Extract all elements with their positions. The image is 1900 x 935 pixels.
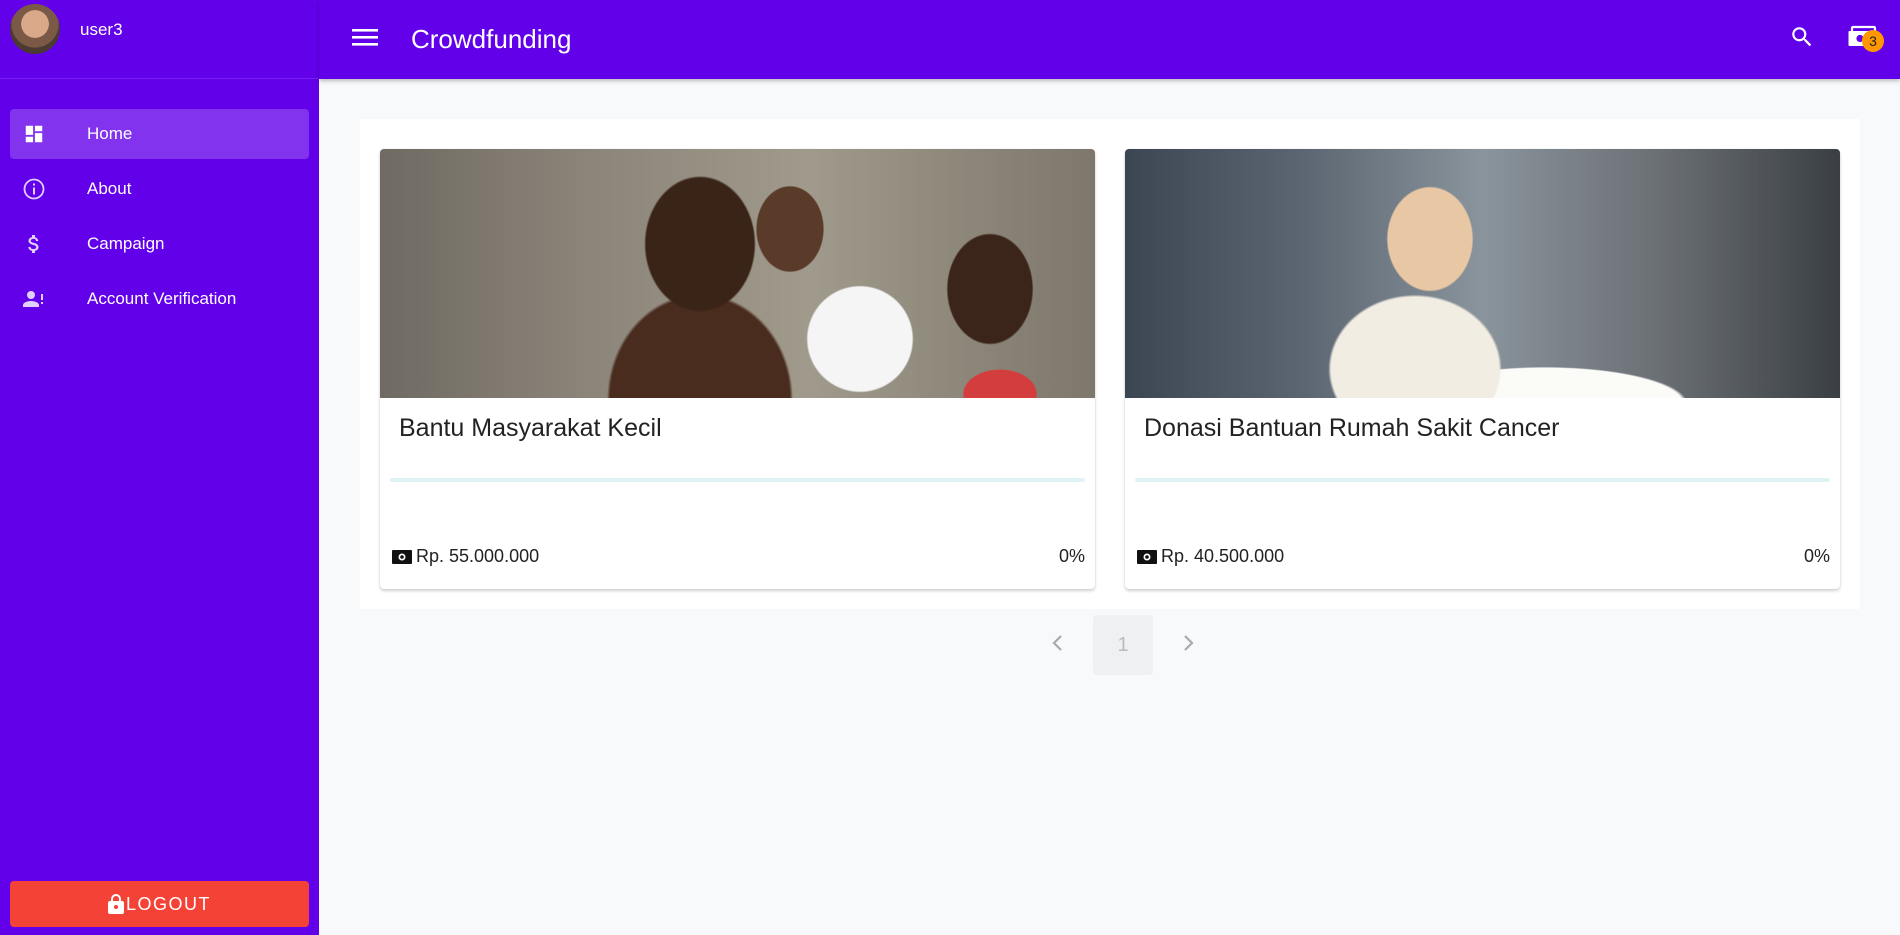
sidebar-nav: Home About Campaign Account Verification xyxy=(0,79,319,324)
sidebar: user3 Home About Campaign Account Verifi… xyxy=(0,0,319,935)
sidebar-item-label: Campaign xyxy=(87,234,165,253)
search-button[interactable] xyxy=(1778,16,1826,64)
campaign-title: Donasi Bantuan Rumah Sakit Cancer xyxy=(1144,414,1560,442)
sidebar-item-about[interactable]: About xyxy=(10,164,309,214)
campaign-amount: Rp. 40.500.000 xyxy=(1161,546,1285,566)
hamburger-icon xyxy=(352,27,378,52)
cash-icon xyxy=(392,549,412,564)
sidebar-item-label: Home xyxy=(87,124,133,143)
top-app-bar: Crowdfunding 3 xyxy=(319,0,1900,79)
sidebar-item-campaign[interactable]: Campaign xyxy=(10,219,309,269)
username: user3 xyxy=(80,20,123,39)
account-alert-icon xyxy=(22,287,46,311)
next-page-button[interactable] xyxy=(1165,615,1213,675)
chevron-left-icon xyxy=(1051,634,1063,657)
campaign-footer: Rp. 55.000.000 0% xyxy=(392,546,1085,567)
menu-button[interactable] xyxy=(341,16,389,64)
sidebar-item-label: Account Verification xyxy=(87,289,237,308)
info-icon xyxy=(22,177,46,201)
campaign-footer: Rp. 40.500.000 0% xyxy=(1137,546,1830,567)
campaign-title: Bantu Masyarakat Kecil xyxy=(399,414,662,442)
campaign-image xyxy=(380,149,1095,398)
chevron-right-icon xyxy=(1183,634,1195,657)
logout-button[interactable]: LOGOUT xyxy=(10,881,309,927)
sidebar-item-label: About xyxy=(87,179,132,198)
sidebar-item-account-verification[interactable]: Account Verification xyxy=(10,274,309,324)
campaign-list: Bantu Masyarakat Kecil Rp. 55.000.000 0%… xyxy=(360,119,1860,609)
dashboard-icon xyxy=(22,122,46,146)
campaign-progress xyxy=(390,478,1085,482)
campaign-amount: Rp. 55.000.000 xyxy=(416,546,540,566)
pagination: 1 xyxy=(1033,615,1213,675)
search-icon xyxy=(1789,24,1815,55)
avatar[interactable] xyxy=(10,4,60,54)
cash-icon xyxy=(1137,549,1157,564)
campaign-card[interactable]: Donasi Bantuan Rumah Sakit Cancer Rp. 40… xyxy=(1125,149,1840,589)
campaign-percent: 0% xyxy=(1058,546,1085,566)
logout-label: LOGOUT xyxy=(125,893,211,914)
campaign-progress xyxy=(1135,478,1830,482)
campaign-card[interactable]: Bantu Masyarakat Kecil Rp. 55.000.000 0% xyxy=(380,149,1095,589)
sidebar-item-home[interactable]: Home xyxy=(10,109,309,159)
campaign-image xyxy=(1125,149,1840,398)
page-number-button[interactable]: 1 xyxy=(1093,615,1153,675)
dollar-icon xyxy=(22,232,46,256)
donations-button[interactable]: 3 xyxy=(1838,16,1886,64)
sidebar-user: user3 xyxy=(0,0,319,79)
previous-page-button[interactable] xyxy=(1033,615,1081,675)
app-title: Crowdfunding xyxy=(411,24,572,54)
campaign-percent: 0% xyxy=(1803,546,1830,566)
lock-icon xyxy=(107,894,124,914)
notification-badge: 3 xyxy=(1862,29,1884,52)
